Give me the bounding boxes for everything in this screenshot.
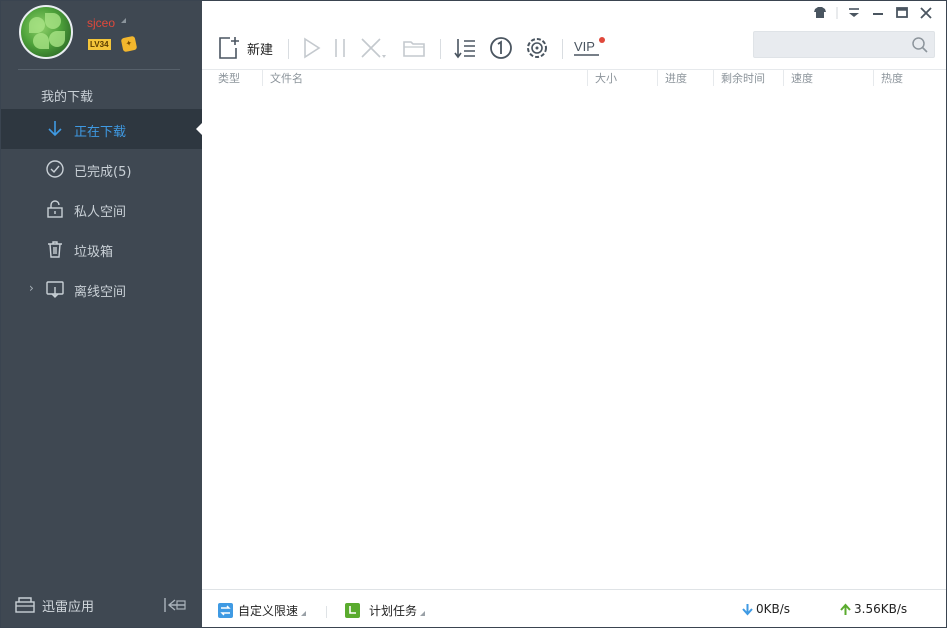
section-title-my-downloads: 我的下载 <box>41 90 94 105</box>
sidebar-item-private-space[interactable]: 私人空间 <box>1 189 202 229</box>
speed-limit-icon <box>218 603 233 618</box>
column-size[interactable]: 大小 <box>595 71 617 87</box>
column-speed[interactable]: 速度 <box>791 71 813 87</box>
new-task-button[interactable]: 新建 <box>247 39 273 58</box>
download-arrow-icon <box>741 603 754 616</box>
download-speed-value: 0KB/s <box>756 602 791 616</box>
main-area: 新建 VIP 类型 文件名 大小 进度 剩余时间 速度 热度 自定义限速 计划任… <box>202 1 946 627</box>
column-divider <box>783 70 784 86</box>
sidebar-item-completed[interactable]: 已完成(5) <box>1 149 202 189</box>
download-arrow-icon <box>45 119 65 139</box>
sidebar: sjceo LV34 ✦ 我的下载 正在下载 已完成(5) 私人空间 垃圾箱 ›… <box>1 1 202 627</box>
open-folder-icon[interactable] <box>401 35 427 61</box>
apps-icon[interactable] <box>15 596 35 614</box>
task-list[interactable] <box>202 88 946 589</box>
sidebar-item-label: 正在下载 <box>74 125 127 140</box>
column-remaining-time[interactable]: 剩余时间 <box>721 71 765 87</box>
upload-speed: 3.56KB/s <box>839 602 907 616</box>
check-circle-icon <box>45 159 65 179</box>
status-bar: 自定义限速 计划任务 0KB/s 3.56KB/s <box>202 589 946 627</box>
schedule-task-button[interactable]: 计划任务 <box>345 602 426 619</box>
speed-limit-button[interactable]: 自定义限速 <box>218 602 307 619</box>
download-speed: 0KB/s <box>741 602 790 616</box>
table-header: 类型 文件名 大小 进度 剩余时间 速度 热度 <box>202 69 946 87</box>
menu-icon[interactable] <box>842 5 866 21</box>
chevron-right-icon[interactable]: › <box>29 281 34 295</box>
sidebar-item-label: 离线空间 <box>74 285 127 300</box>
schedule-caret-icon <box>420 611 426 616</box>
window-controls <box>808 5 938 21</box>
sidebar-item-label: 已完成(5) <box>74 165 132 180</box>
sidebar-item-trash[interactable]: 垃圾箱 <box>1 229 202 269</box>
new-task-icon[interactable] <box>216 35 242 61</box>
delete-icon[interactable] <box>358 35 388 61</box>
maximize-icon[interactable] <box>890 5 914 21</box>
toolbar-divider <box>440 39 441 59</box>
user-menu-caret-icon[interactable] <box>121 18 126 23</box>
settings-icon[interactable] <box>524 35 550 61</box>
title-divider <box>832 5 842 21</box>
column-progress[interactable]: 进度 <box>665 71 687 87</box>
trash-icon <box>45 239 65 259</box>
speed-limit-caret-icon <box>301 611 307 616</box>
one-task-icon[interactable] <box>488 35 514 61</box>
toolbar: 新建 VIP <box>202 27 946 67</box>
column-type[interactable]: 类型 <box>218 71 240 87</box>
schedule-label: 计划任务 <box>369 604 418 618</box>
skin-icon[interactable] <box>808 5 832 21</box>
lock-icon <box>45 199 65 219</box>
avatar[interactable] <box>19 5 73 59</box>
column-popularity[interactable]: 热度 <box>881 71 903 87</box>
sort-icon[interactable] <box>452 35 478 61</box>
toolbar-divider <box>562 39 563 59</box>
sidebar-item-offline-space[interactable]: › 离线空间 <box>1 269 202 309</box>
sidebar-divider <box>18 69 180 70</box>
close-icon[interactable] <box>914 5 938 21</box>
column-divider <box>587 70 588 86</box>
toolbar-divider <box>288 39 289 59</box>
username[interactable]: sjceo <box>87 16 115 30</box>
column-divider <box>713 70 714 86</box>
apps-label[interactable]: 迅雷应用 <box>42 596 94 615</box>
column-divider <box>873 70 874 86</box>
vip-badge-icon[interactable]: ✦ <box>120 35 138 53</box>
schedule-icon <box>345 603 360 618</box>
column-divider <box>657 70 658 86</box>
minimize-icon[interactable] <box>866 5 890 21</box>
status-divider <box>326 606 327 618</box>
upload-speed-value: 3.56KB/s <box>854 602 908 616</box>
upload-arrow-icon <box>839 603 852 616</box>
search-icon[interactable] <box>911 36 929 54</box>
play-icon[interactable] <box>300 35 324 61</box>
sidebar-item-label: 私人空间 <box>74 205 127 220</box>
column-filename[interactable]: 文件名 <box>270 71 303 87</box>
vip-label: VIP <box>574 39 595 54</box>
collapse-sidebar-icon[interactable] <box>163 595 187 615</box>
sidebar-item-label: 垃圾箱 <box>74 245 114 260</box>
vip-icon[interactable]: VIP <box>573 35 609 61</box>
column-divider <box>262 70 263 86</box>
search-input[interactable] <box>753 31 935 58</box>
app-window: sjceo LV34 ✦ 我的下载 正在下载 已完成(5) 私人空间 垃圾箱 ›… <box>0 0 947 628</box>
pause-icon[interactable] <box>330 35 350 61</box>
cloud-download-icon <box>45 279 65 299</box>
speed-limit-label: 自定义限速 <box>238 604 299 618</box>
sidebar-item-downloading[interactable]: 正在下载 <box>1 109 202 149</box>
sidebar-bottom: 迅雷应用 <box>1 587 202 623</box>
level-badge: LV34 <box>88 39 111 50</box>
